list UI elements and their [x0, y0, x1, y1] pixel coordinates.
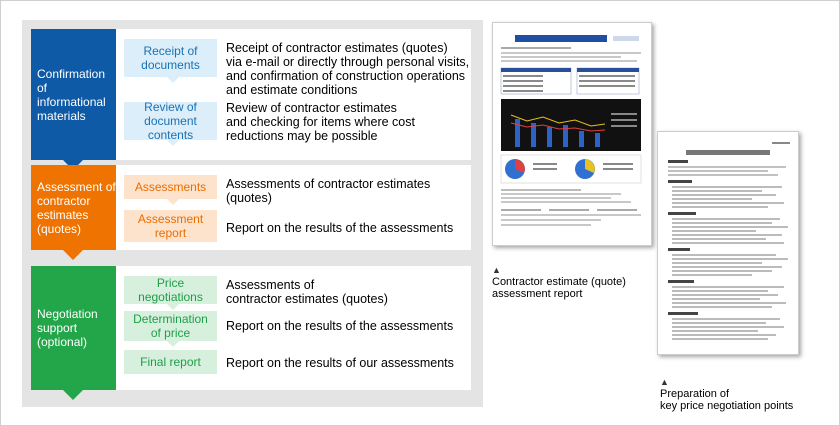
tag-pointer-icon — [167, 304, 179, 310]
down-arrow-icon — [63, 390, 83, 400]
triangle-marker-icon: ▲ — [660, 377, 669, 387]
assessment-report-caption: ▲ Contractor estimate (quote) assessment… — [492, 252, 626, 300]
step-description: Report on the results of our assessments — [226, 356, 454, 370]
step-description: Review of contractor estimates and check… — [226, 101, 415, 143]
step-determination-of-price: Determination of price — [124, 311, 217, 347]
down-arrow-icon — [63, 250, 83, 260]
negotiation-points-thumbnail — [657, 131, 799, 355]
stage-assessment-header: Assessment of contractor estimates (quot… — [31, 165, 116, 260]
stage-assessment-body: Assessments Assessments of contractor es… — [116, 165, 471, 250]
tag-pointer-icon — [167, 341, 179, 347]
step-tag-label: Determination of price — [133, 312, 208, 340]
tag-pointer-icon — [167, 77, 179, 83]
step-tag-label: Final report — [140, 355, 201, 369]
step-assessments: Assessments — [124, 175, 217, 205]
assessment-report-thumbnail — [492, 22, 652, 246]
stage-title: Confirmation of informational materials — [37, 66, 106, 123]
stage-title: Assessment of contractor estimates (quot… — [37, 179, 116, 236]
negotiation-page-image — [668, 142, 790, 340]
step-tag-label: Review of document contents — [144, 100, 197, 142]
caption-text: Preparation of key price negotiation poi… — [660, 388, 794, 412]
tag-pointer-icon — [167, 199, 179, 205]
triangle-marker-icon: ▲ — [492, 265, 501, 275]
step-tag-label: Assessment report — [137, 212, 204, 240]
process-flow-panel: Confirmation of informational materials … — [22, 20, 483, 407]
caption-text: Contractor estimate (quote) assessment r… — [492, 276, 626, 300]
stage-confirmation-body: Receipt of documents Receipt of contract… — [116, 29, 471, 160]
step-tag-label: Price negotiations — [138, 276, 203, 304]
tag-pointer-icon — [167, 140, 179, 146]
step-tag-label: Assessments — [134, 180, 207, 194]
step-description: Assessments of contractor estimates (quo… — [226, 177, 431, 205]
negotiation-points-caption: ▲ Preparation of key price negotiation p… — [660, 364, 793, 412]
step-final-report: Final report — [124, 350, 217, 374]
step-description: Receipt of contractor estimates (quotes)… — [226, 41, 470, 97]
stage-confirmation-header: Confirmation of informational materials — [31, 29, 116, 170]
step-description: Assessments of contractor estimates (quo… — [226, 278, 388, 306]
stage-title: Negotiation support (optional) — [37, 307, 98, 349]
step-review-of-document-contents: Review of document contents — [124, 100, 217, 146]
step-description: Report on the results of the assessments — [226, 221, 454, 235]
step-receipt-of-documents: Receipt of documents — [124, 39, 217, 83]
step-description: Report on the results of the assessments — [226, 319, 454, 333]
step-price-negotiations: Price negotiations — [124, 276, 217, 310]
stage-negotiation-header: Negotiation support (optional) — [31, 266, 116, 400]
step-tag-label: Receipt of documents — [141, 44, 200, 72]
stage-negotiation-body: Price negotiations Assessments of contra… — [116, 266, 471, 390]
report-page-image — [500, 35, 642, 226]
step-assessment-report: Assessment report — [124, 210, 217, 242]
